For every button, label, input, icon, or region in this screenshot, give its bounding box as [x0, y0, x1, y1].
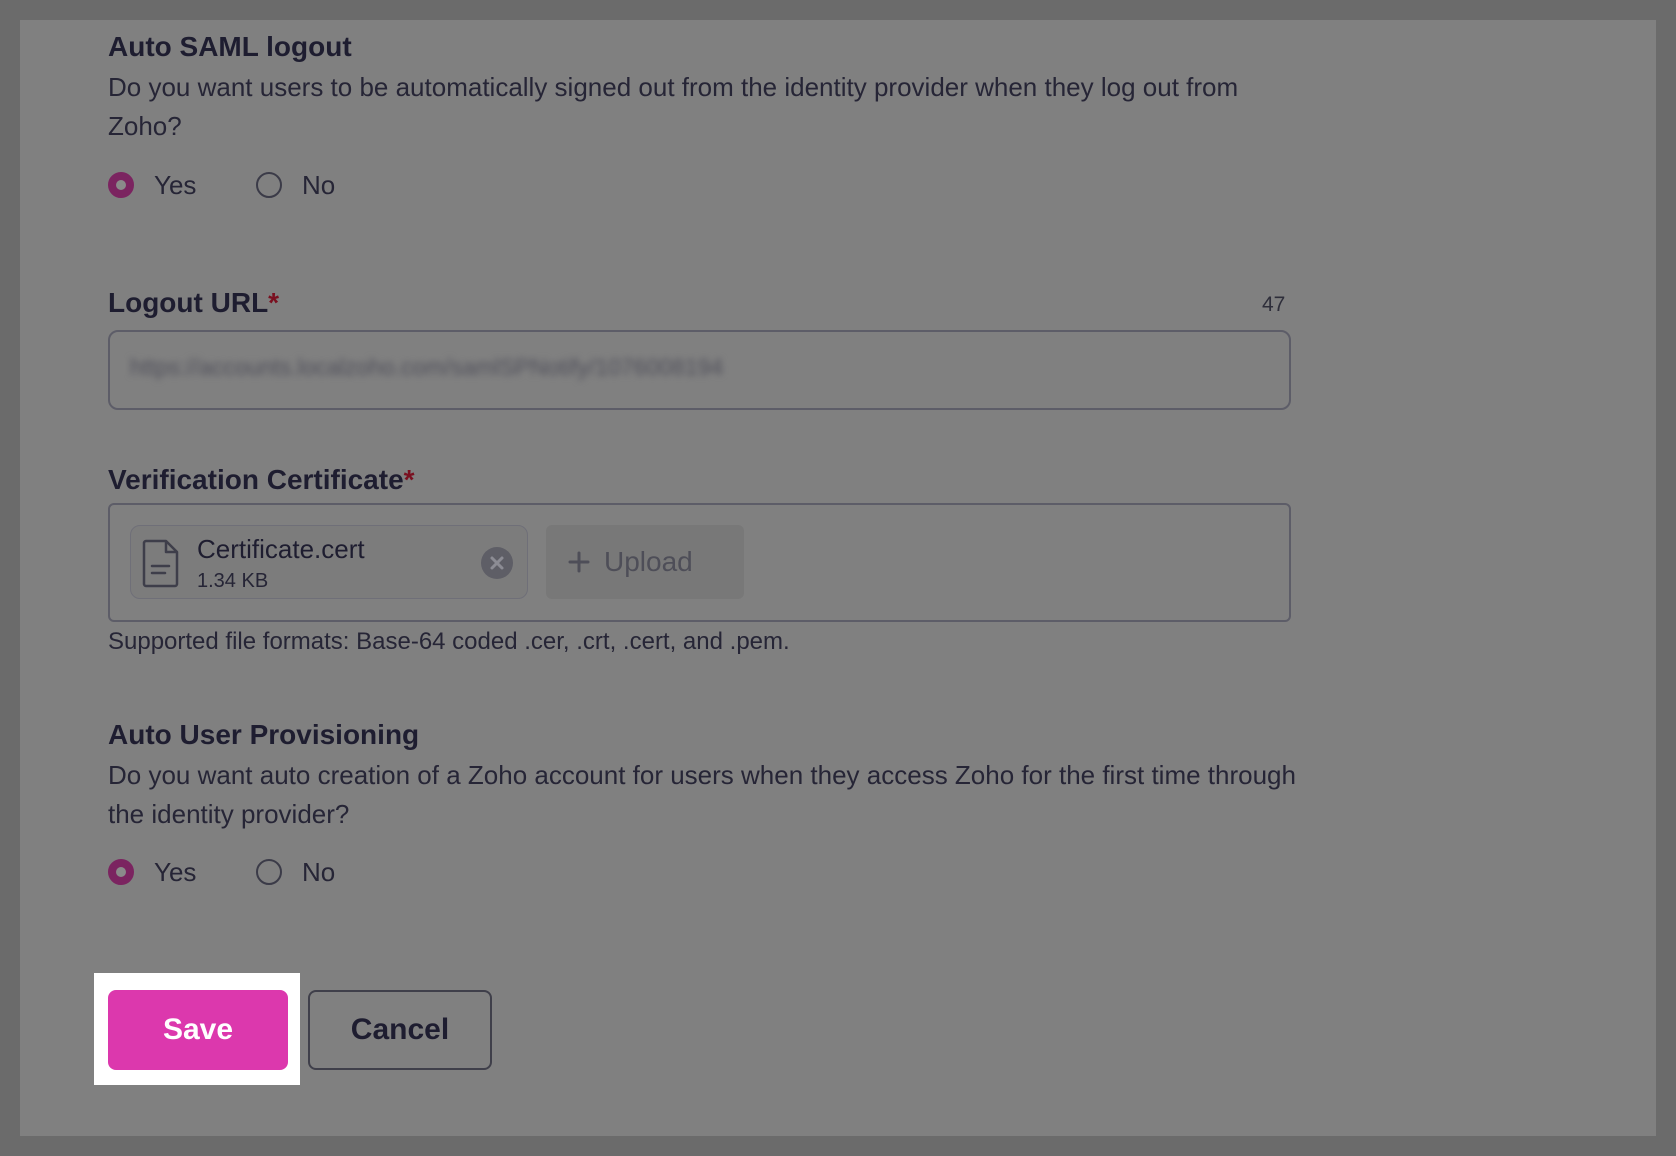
radio-label-yes: Yes — [154, 169, 197, 200]
close-circle-icon — [490, 556, 504, 570]
radio-label-no: No — [302, 856, 336, 887]
auto-user-provisioning-yes-radio[interactable]: Yes — [108, 855, 196, 889]
radio-checked-icon — [108, 172, 134, 198]
auto-user-provisioning-no-radio[interactable]: No — [256, 855, 335, 889]
cancel-button[interactable]: Cancel — [308, 990, 492, 1070]
remove-file-button[interactable] — [481, 547, 513, 579]
auto-user-provisioning-description: Do you want auto creation of a Zoho acco… — [108, 760, 1296, 829]
file-size: 1.34 KB — [197, 570, 269, 592]
verification-certificate-label: Verification Certificate* — [108, 464, 415, 496]
radio-label-no: No — [302, 169, 336, 200]
plus-icon — [568, 551, 590, 573]
verification-certificate-label-text: Verification Certificate — [108, 464, 404, 495]
radio-label-yes: Yes — [154, 856, 197, 887]
uploaded-file-chip: Certificate.cert 1.34 KB — [130, 525, 528, 599]
logout-url-label: Logout URL* — [108, 287, 279, 319]
file-name: Certificate.cert — [197, 534, 365, 564]
logout-url-input[interactable]: https://accounts.localzoho.com/samlSPNot… — [108, 330, 1291, 410]
certificate-upload-area: Certificate.cert 1.34 KB Upload — [108, 503, 1291, 622]
save-button[interactable]: Save — [108, 990, 288, 1070]
supported-formats-hint: Supported file formats: Base-64 coded .c… — [108, 628, 790, 655]
character-counter: 47 — [1262, 293, 1286, 316]
radio-unchecked-icon — [256, 172, 282, 198]
required-asterisk: * — [403, 464, 415, 495]
auto-saml-logout-no-radio[interactable]: No — [256, 168, 335, 202]
radio-checked-icon — [108, 859, 134, 885]
required-asterisk: * — [268, 287, 280, 318]
auto-saml-logout-title: Auto SAML logout — [108, 31, 352, 62]
radio-unchecked-icon — [256, 859, 282, 885]
logout-url-value: https://accounts.localzoho.com/samlSPNot… — [130, 354, 724, 380]
upload-label: Upload — [604, 546, 693, 577]
auto-user-provisioning-title: Auto User Provisioning — [108, 719, 420, 750]
auto-saml-logout-description: Do you want users to be automatically si… — [108, 72, 1239, 141]
auto-saml-logout-yes-radio[interactable]: Yes — [108, 168, 196, 202]
upload-button[interactable]: Upload — [546, 525, 744, 599]
file-document-icon — [142, 539, 179, 588]
logout-url-label-text: Logout URL — [108, 287, 269, 318]
